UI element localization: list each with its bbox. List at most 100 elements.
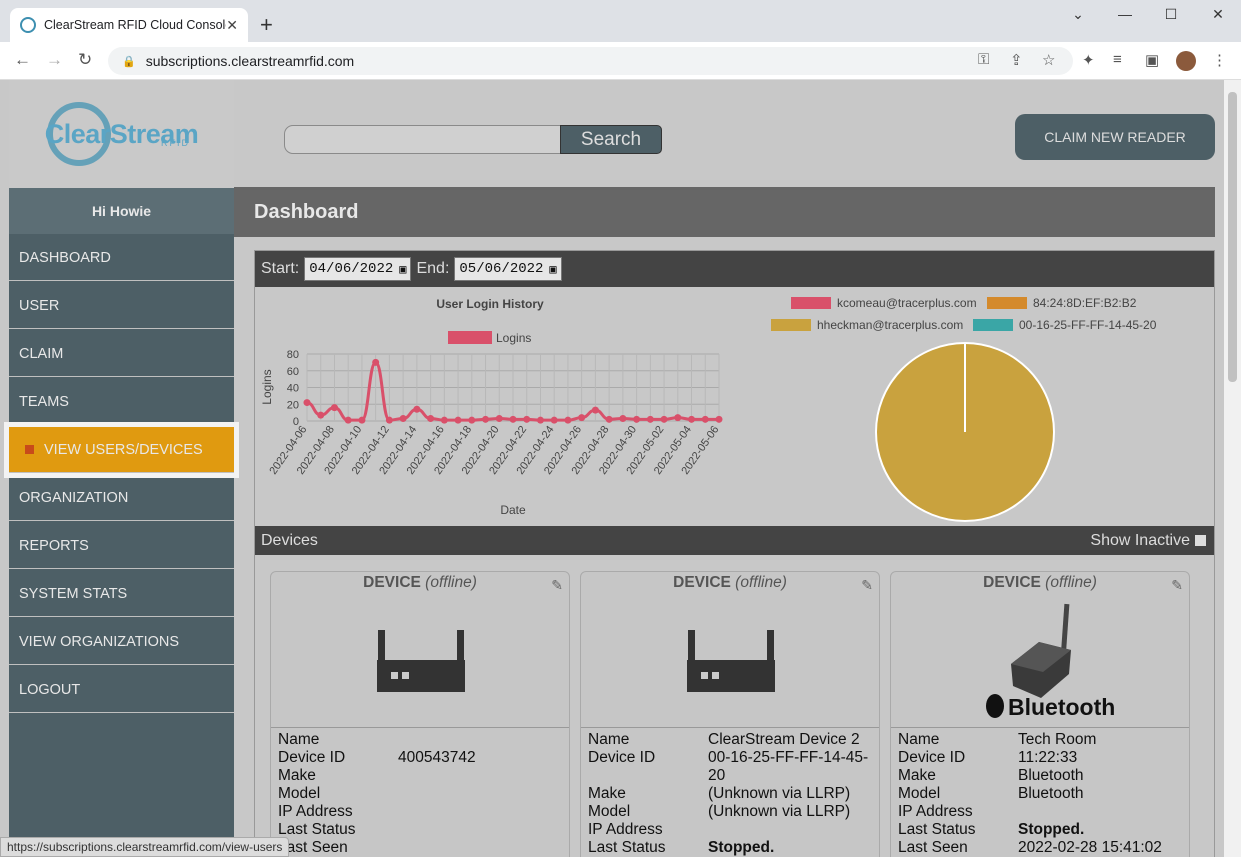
data-point — [536, 416, 544, 424]
sidebar-item-user[interactable]: USER — [9, 283, 234, 329]
search-button[interactable]: Search — [560, 125, 662, 154]
edit-pencil-icon[interactable]: ✎ — [1171, 574, 1183, 596]
device-field-row: Device ID 00-16-25-FF-FF-14-45-20 — [588, 749, 872, 785]
bluetooth-brand-text: Bluetooth — [1008, 694, 1115, 720]
sidebar-item-label: ORGANIZATION — [19, 489, 129, 506]
scrollbar-thumb[interactable] — [1228, 92, 1237, 382]
device-card[interactable]: DEVICE (offline) ✎ Name Device ID 400543742 M… — [270, 571, 570, 857]
forward-icon[interactable]: → — [46, 50, 63, 70]
edit-pencil-icon[interactable]: ✎ — [861, 574, 873, 596]
device-card[interactable]: DEVICE (offline) ✎ Name ClearStream Device … — [580, 571, 880, 857]
sidebar: ClearStream RFID Hi Howie DASHBOARD USER C… — [9, 80, 234, 857]
calendar-icon[interactable]: ▣ — [399, 262, 406, 277]
device-field-label: Make — [278, 767, 316, 784]
side-panel-icon[interactable]: ▣ — [1145, 51, 1159, 69]
minimize-icon[interactable]: — — [1110, 6, 1140, 22]
show-inactive-checkbox[interactable] — [1195, 535, 1206, 546]
sidebar-item-label: VIEW USERS/DEVICES — [44, 441, 203, 458]
browser-tab[interactable]: ClearStream RFID Cloud Console ✕ — [10, 8, 248, 42]
device-field-value: Stopped. — [1018, 821, 1085, 838]
device-card[interactable]: DEVICE (offline) ✎ Bluetooth Name Tech Room D… — [890, 571, 1190, 857]
tab-search-chevron-icon[interactable]: ⌄ — [1063, 6, 1093, 23]
device-field-value — [398, 767, 562, 785]
device-details: Name Tech Room Device ID 11:22:33 Make Blueto… — [891, 728, 1189, 857]
device-card-title: DEVICE (offline) ✎ — [271, 572, 569, 594]
maximize-icon[interactable]: ☐ — [1156, 6, 1186, 23]
data-point — [660, 415, 668, 423]
page-scrollbar[interactable] — [1224, 80, 1241, 857]
start-date-input[interactable]: 04/06/2022 ▣ — [304, 257, 412, 281]
device-field-label: Device ID — [898, 749, 966, 766]
edit-pencil-icon[interactable]: ✎ — [551, 574, 563, 596]
share-icon[interactable]: ⇪ — [1010, 51, 1023, 69]
legend-label: Logins — [496, 331, 531, 345]
show-inactive-label: Show Inactive — [1090, 531, 1190, 549]
calendar-icon[interactable]: ▣ — [549, 262, 556, 277]
device-field-row: Make (Unknown via LLRP) — [588, 785, 872, 803]
device-field-value — [398, 821, 562, 839]
logo-subtext: RFID — [161, 138, 190, 148]
browser-tab-strip: ClearStream RFID Cloud Console ✕ + ⌄ — ☐… — [0, 0, 1241, 42]
tab-close-icon[interactable]: ✕ — [226, 17, 238, 34]
y-tick-label: 40 — [287, 383, 299, 395]
address-bar-row: ← → ↻ 🔒 subscriptions.clearstreamrfid.co… — [0, 42, 1241, 80]
device-field-value — [398, 731, 562, 749]
device-field-row: Device ID 11:22:33 — [898, 749, 1182, 767]
data-point — [330, 404, 338, 412]
device-field-row: Name — [278, 731, 562, 749]
sidebar-item-logout[interactable]: LOGOUT — [9, 667, 234, 713]
device-field-row: Last Status Stopped. — [898, 821, 1182, 839]
sidebar-item-view-organizations[interactable]: VIEW ORGANIZATIONS — [9, 619, 234, 665]
end-label: End: — [416, 260, 450, 277]
legend-swatch — [987, 297, 1027, 309]
bookmark-star-icon[interactable]: ☆ — [1042, 51, 1055, 69]
sidebar-item-dashboard[interactable]: DASHBOARD — [9, 235, 234, 281]
data-point — [564, 416, 572, 424]
sidebar-item-view-users-devices[interactable]: VIEW USERS/DEVICES — [9, 427, 234, 473]
sidebar-item-organization[interactable]: ORGANIZATION — [9, 475, 234, 521]
clearstream-logo[interactable]: ClearStream RFID — [9, 80, 234, 188]
device-type-label: DEVICE — [673, 574, 731, 591]
sidebar-item-system-stats[interactable]: SYSTEM STATS — [9, 571, 234, 617]
data-point — [715, 415, 723, 423]
url-field[interactable]: 🔒 subscriptions.clearstreamrfid.com — [108, 47, 1073, 75]
data-point — [344, 416, 352, 424]
close-window-icon[interactable]: ✕ — [1203, 6, 1233, 23]
sidebar-item-label: LOGOUT — [19, 681, 81, 698]
data-point — [495, 414, 503, 422]
device-field-row: IP Address — [898, 803, 1182, 821]
sidebar-item-label: REPORTS — [19, 537, 89, 554]
device-pie-chart: kcomeau@tracerplus.com 84:24:8D:EF:B2:B2 h… — [771, 296, 1157, 522]
data-point — [372, 358, 380, 366]
menu-dots-icon[interactable]: ⋮ — [1212, 51, 1227, 69]
back-icon[interactable]: ← — [14, 50, 31, 70]
device-state-label: (offline) — [425, 574, 477, 591]
device-field-value: Stopped. — [708, 839, 775, 856]
sidebar-item-teams[interactable]: TEAMS — [9, 379, 234, 425]
legend-label: hheckman@tracerplus.com — [817, 318, 963, 332]
search-input[interactable] — [284, 125, 564, 154]
legend-swatch — [771, 319, 811, 331]
claim-new-reader-button[interactable]: CLAIM NEW READER — [1015, 114, 1215, 160]
end-date-value: 05/06/2022 — [459, 261, 544, 277]
new-tab-button[interactable]: + — [260, 12, 273, 38]
data-point — [427, 414, 435, 422]
data-point — [523, 415, 531, 423]
end-date-input[interactable]: 05/06/2022 ▣ — [454, 257, 562, 281]
show-inactive-toggle[interactable]: Show Inactive — [1090, 532, 1206, 550]
device-image — [271, 594, 569, 728]
data-point — [413, 405, 421, 413]
sidebar-item-reports[interactable]: REPORTS — [9, 523, 234, 569]
site-favicon-icon — [20, 17, 36, 33]
data-point — [303, 399, 311, 407]
media-icon[interactable]: ≡ — [1113, 51, 1122, 68]
data-point — [399, 414, 407, 422]
key-icon[interactable]: ⚿ — [978, 51, 989, 68]
start-label: Start: — [261, 260, 300, 277]
sidebar-item-claim[interactable]: CLAIM — [9, 331, 234, 377]
device-field-label: Device ID — [278, 749, 346, 766]
device-card-title: DEVICE (offline) ✎ — [581, 572, 879, 594]
profile-avatar[interactable] — [1176, 51, 1196, 71]
extensions-icon[interactable]: ✦ — [1082, 51, 1095, 69]
reload-icon[interactable]: ↻ — [78, 50, 92, 70]
